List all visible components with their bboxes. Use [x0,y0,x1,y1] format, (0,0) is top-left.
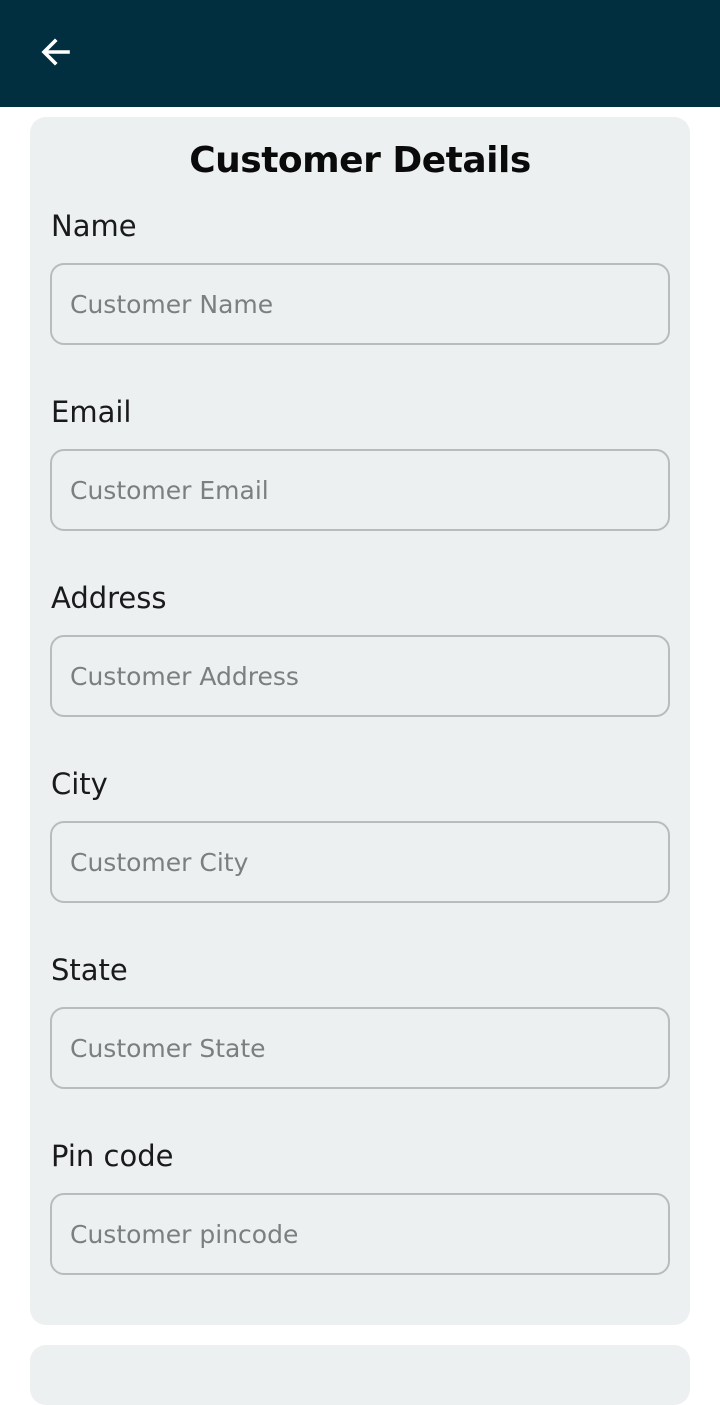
email-label: Email [51,395,132,429]
address-label: Address [51,581,167,615]
back-button[interactable] [30,26,82,78]
app-bar [0,0,720,107]
customer-city-input[interactable] [50,821,670,903]
next-card [30,1345,690,1405]
pincode-label: Pin code [51,1139,174,1173]
customer-address-input[interactable] [50,635,670,717]
customer-email-input[interactable] [50,449,670,531]
form-title: Customer Details [189,140,531,181]
customer-state-input[interactable] [50,1007,670,1089]
customer-name-input[interactable] [50,263,670,345]
state-label: State [51,953,128,987]
name-label: Name [51,209,137,243]
arrow-left-icon [41,38,70,66]
customer-pincode-input[interactable] [50,1193,670,1275]
city-label: City [51,767,108,801]
